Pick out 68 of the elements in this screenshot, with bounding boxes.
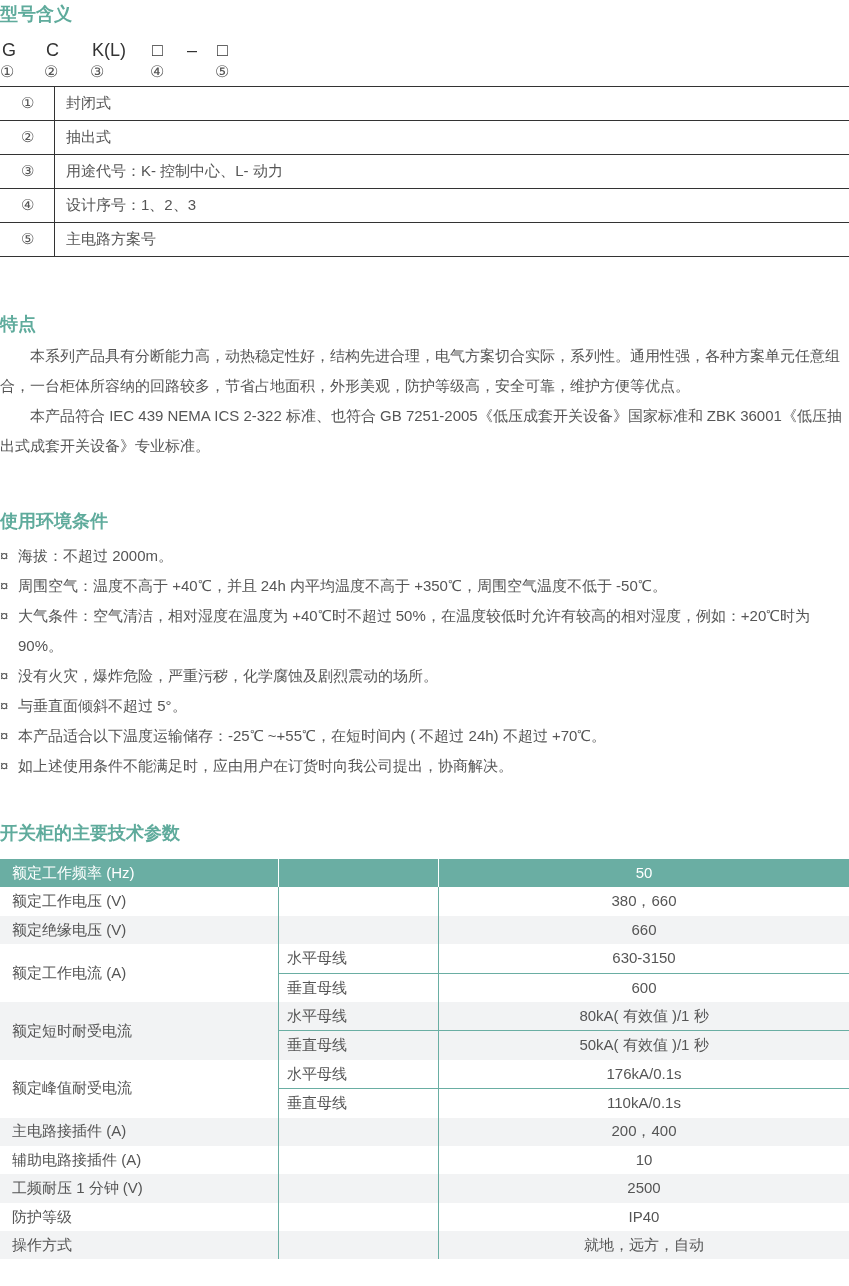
- parameter-name: 额定工作电流 (A): [11, 962, 128, 983]
- condition-text: 海拔：不超过 2000m。: [18, 546, 174, 566]
- condition-text: 与垂直面倾斜不超过 5°。: [18, 696, 187, 716]
- parameter-name: 主电路接插件 (A): [11, 1121, 128, 1142]
- bullet-marker: ¤: [0, 576, 10, 596]
- bullet-marker: ¤: [0, 606, 10, 626]
- meaning-text: 抽出式: [66, 127, 111, 148]
- paragraph: 本系列产品具有分断能力高，动热稳定性好，结构先进合理，电气方案切合实际，系列性。通用性强，各种方案单元任意组合，一台柜体所容纳的回路较多，节省占地面积，外形美观，防护等级高，安全可靠，维护方便等优点。: [0, 346, 841, 396]
- bullet-marker: ¤: [0, 696, 10, 716]
- parameter-value: 就地，远方，自动: [438, 1231, 849, 1260]
- parameter-name: 额定绝缘电压 (V): [11, 919, 128, 940]
- circled-number: ④: [150, 63, 164, 80]
- parameter-name: 额定工作频率 (Hz): [11, 862, 136, 883]
- code-letter: K(L): [92, 39, 127, 62]
- bullet-marker: ¤: [0, 756, 10, 776]
- parameter-value: 80kA( 有效值 )/1 秒: [438, 1001, 849, 1031]
- parameter-name: 操作方式: [11, 1235, 73, 1255]
- code-letter: G: [2, 39, 17, 62]
- parameter-value: 200，400: [438, 1117, 849, 1146]
- bullet-marker: ¤: [0, 666, 10, 686]
- condition-text: 本产品适合以下温度运输储存：-25℃ ~+55℃，在短时间内 ( 不超过 24h) 不超过 +70℃。: [18, 726, 607, 746]
- meaning-text: 封闭式: [66, 93, 111, 114]
- busbar-label: 垂直母线: [278, 1089, 438, 1118]
- section-heading: 特点: [0, 313, 37, 336]
- condition-text: 没有火灾，爆炸危险，严重污秽，化学腐蚀及剧烈震动的场所。: [18, 666, 438, 686]
- parameter-value: 110kA/0.1s: [438, 1089, 849, 1118]
- code-letter: □: [217, 39, 229, 62]
- code-letter: □: [152, 39, 164, 62]
- parameter-name: 防护等级: [11, 1206, 73, 1227]
- circled-number: ④: [20, 195, 34, 216]
- section-heading: 使用环境条件: [0, 510, 109, 533]
- busbar-label: 水平母线: [278, 1059, 438, 1089]
- code-letter: –: [187, 39, 198, 62]
- parameter-name: 额定工作电压 (V): [11, 891, 128, 912]
- bullet-marker: ¤: [0, 546, 10, 566]
- parameter-name: 工频耐压 1 分钟 (V): [11, 1178, 144, 1199]
- circled-number: ①: [20, 93, 34, 114]
- parameter-value: 380，660: [438, 887, 849, 916]
- section-heading: 开关柜的主要技术参数: [0, 822, 181, 845]
- busbar-label: 垂直母线: [278, 973, 438, 1002]
- parameter-value: 176kA/0.1s: [438, 1059, 849, 1089]
- parameter-name: 辅助电路接插件 (A): [11, 1149, 143, 1170]
- paragraph: 本产品符合 IEC 439 NEMA ICS 2-322 标准、也符合 GB 7251-2005《低压成套开关设备》国家标准和 ZBK 36001《低压抽出式成套开关设备》专业标准。: [0, 406, 843, 456]
- circled-number: ⑤: [20, 229, 34, 250]
- meaning-text: 用途代号：K- 控制中心、L- 动力: [66, 161, 283, 182]
- parameter-value: 600: [438, 973, 849, 1002]
- circled-number: ②: [44, 63, 58, 80]
- condition-text: 大气条件：空气清洁，相对湿度在温度为 +40℃时不超过 50%，在温度较低时允许有较高的相对湿度，例如：+20℃时为 90%。: [18, 606, 812, 656]
- parameter-name: 额定短时耐受电流: [11, 1020, 133, 1041]
- circled-number: ①: [0, 63, 14, 80]
- circled-number: ⑤: [215, 63, 229, 80]
- parameter-value: 2500: [438, 1174, 849, 1203]
- circled-number: ②: [20, 127, 34, 148]
- meaning-text: 设计序号：1、2、3: [66, 195, 197, 216]
- busbar-label: 水平母线: [278, 1001, 438, 1031]
- meaning-text: 主电路方案号: [66, 229, 156, 250]
- parameter-value: 50kA( 有效值 )/1 秒: [438, 1031, 849, 1060]
- parameter-name: 额定峰值耐受电流: [11, 1078, 133, 1099]
- section-heading: 型号含义: [0, 3, 73, 26]
- bullet-marker: ¤: [0, 726, 10, 746]
- circled-number: ③: [20, 161, 34, 182]
- busbar-label: 水平母线: [278, 944, 438, 973]
- parameter-value: 630-3150: [438, 944, 849, 973]
- code-letter: C: [46, 39, 60, 62]
- busbar-label: 垂直母线: [278, 1031, 438, 1060]
- circled-number: ③: [90, 63, 104, 80]
- condition-text: 如上述使用条件不能满足时，应由用户在订货时向我公司提出，协商解决。: [18, 756, 513, 776]
- condition-text: 周围空气：温度不高于 +40℃，并且 24h 内平均温度不高于 +350℃，周围空气温度不低于 -50℃。: [18, 576, 667, 596]
